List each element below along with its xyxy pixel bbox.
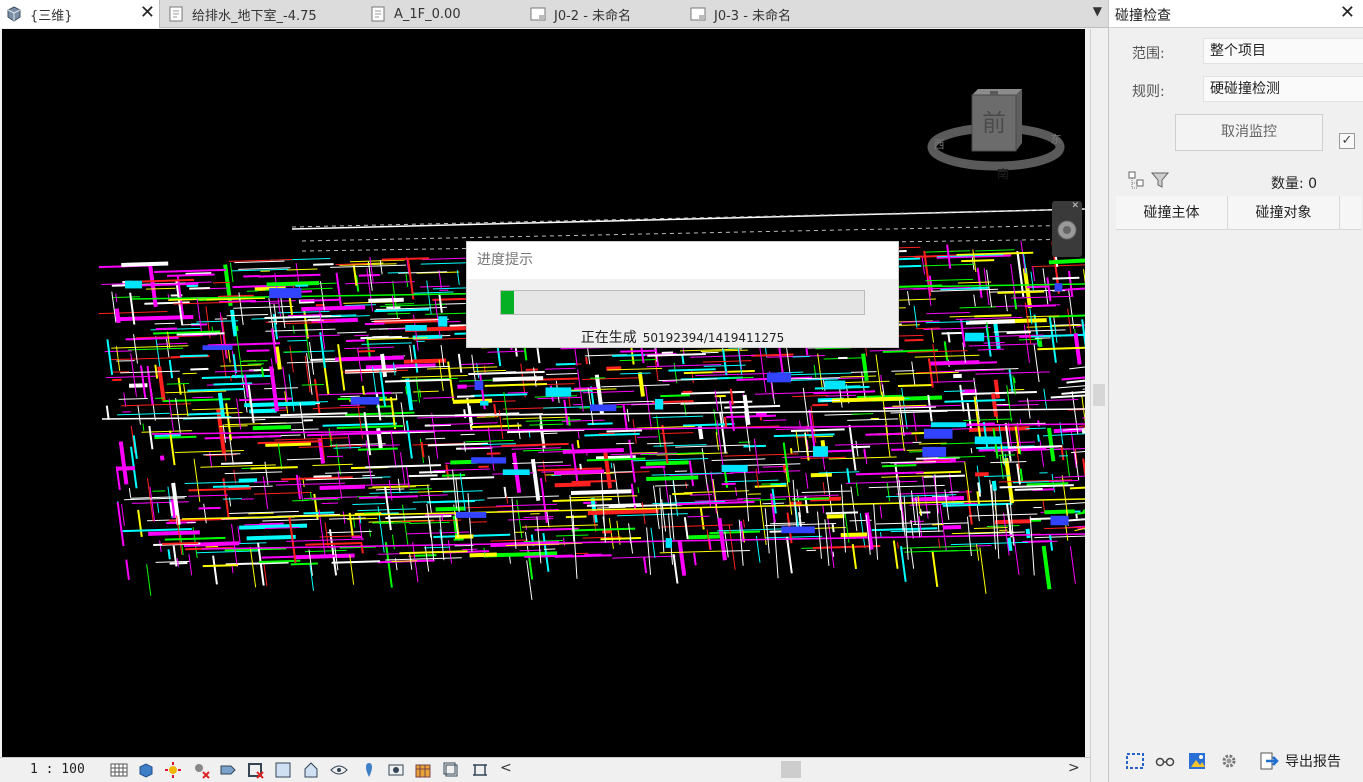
export-report-label: 导出报告: [1285, 754, 1341, 770]
progress-status: 正在生成 50192394/1419411275: [467, 327, 898, 347]
horizontal-scrollbar-thumb[interactable]: [781, 761, 801, 778]
rule-label: 规则:: [1132, 84, 1165, 100]
visual-style-icon[interactable]: [137, 761, 155, 779]
3d-viewport[interactable]: 前 西 东 南 ✕ 进度提示 正在生成 50192394/1419411275: [2, 29, 1085, 757]
viewcube-face-label[interactable]: 前: [982, 109, 1006, 137]
tab-label: A_1F_0.00: [394, 6, 461, 22]
sheet-icon: [530, 7, 546, 21]
splitter-grip[interactable]: [1093, 384, 1105, 406]
clash-count: 数量: 0: [1271, 176, 1318, 192]
analytical-model-icon[interactable]: [414, 761, 432, 779]
tab-plumbing-basement[interactable]: 给排水_地下室_-4.75: [162, 0, 362, 28]
close-icon[interactable]: ✕: [1071, 201, 1079, 211]
floor-plan-icon: [371, 6, 385, 22]
highlight-displacement-icon[interactable]: [442, 761, 460, 779]
column-header-host[interactable]: 碰撞主体: [1116, 196, 1228, 230]
tab-label: 给排水_地下室_-4.75: [192, 8, 317, 24]
cancel-monitor-button[interactable]: 取消监控: [1175, 114, 1323, 151]
show-crop-region-icon[interactable]: [274, 761, 292, 779]
select-box-icon[interactable]: [1125, 751, 1145, 771]
sheet-icon: [690, 7, 706, 21]
scope-select[interactable]: 整个项目: [1203, 38, 1363, 64]
export-report-button[interactable]: 导出报告: [1259, 751, 1341, 771]
scroll-left-arrow-icon[interactable]: <: [500, 760, 512, 776]
lock-view-icon[interactable]: [302, 761, 320, 779]
dialog-title: 进度提示: [467, 242, 898, 279]
bim-model-wireframe: [98, 208, 1085, 600]
view-tab-bar: {三维} ✕ 给排水_地下室_-4.75 A_1F_0.00 J0-2 - 未命…: [0, 0, 1108, 28]
rule-select[interactable]: 硬碰撞检测: [1203, 76, 1363, 102]
progress-status-label: 正在生成: [580, 330, 637, 346]
view-control-bar: 1 : 100 < >: [0, 757, 1090, 782]
progress-dialog: 进度提示 正在生成 50192394/1419411275: [466, 241, 899, 348]
temporary-hide-icon[interactable]: [330, 761, 348, 779]
clash-check-panel: 碰撞检查 ✕ 范围: 整个项目 规则: 硬碰撞检测 取消监控 ✓ 数量: 0 碰…: [1108, 0, 1363, 782]
panel-title: 碰撞检查: [1115, 8, 1171, 24]
crop-view-icon[interactable]: [246, 761, 264, 779]
reveal-hidden-icon[interactable]: [360, 761, 378, 779]
gear-icon[interactable]: [1219, 751, 1239, 771]
panel-splitter[interactable]: [1090, 29, 1108, 782]
reveal-constraints-icon[interactable]: [471, 761, 489, 779]
expand-tree-icon[interactable]: [1128, 171, 1144, 191]
image-report-icon[interactable]: [1187, 751, 1207, 771]
tab-j0-2[interactable]: J0-2 - 未命名: [524, 0, 684, 28]
viewcube-west-label[interactable]: 西: [934, 138, 945, 151]
progress-bar: [500, 290, 865, 315]
render-icon[interactable]: [219, 761, 237, 779]
panel-header: 碰撞检查 ✕: [1109, 0, 1363, 28]
viewcube-south-label[interactable]: 南: [997, 166, 1009, 181]
progress-count: 50192394/1419411275: [642, 331, 785, 345]
close-panel-icon[interactable]: ✕: [1340, 2, 1355, 23]
monitor-checkbox[interactable]: ✓: [1339, 133, 1355, 149]
viewcube-east-label[interactable]: 东: [1051, 133, 1062, 146]
detail-level-icon[interactable]: [110, 761, 128, 779]
export-icon: [1260, 752, 1279, 770]
glasses-icon[interactable]: [1155, 751, 1175, 771]
panel-toolbar: 导出报告: [1109, 745, 1363, 782]
column-header-target[interactable]: 碰撞对象: [1228, 196, 1340, 230]
progress-bar-fill: [501, 291, 514, 314]
viewcube-widget[interactable]: 前 西 东 南: [924, 85, 1084, 185]
scroll-right-arrow-icon[interactable]: >: [1068, 760, 1080, 776]
tab-j0-3[interactable]: J0-3 - 未命名: [684, 0, 844, 28]
tab-label: J0-2 - 未命名: [554, 8, 632, 24]
tab-label: {三维}: [30, 8, 73, 24]
shadows-icon[interactable]: [192, 761, 210, 779]
3d-cube-icon: [7, 6, 21, 22]
filter-icon[interactable]: [1150, 170, 1170, 190]
navigation-bar[interactable]: ✕: [1052, 201, 1082, 257]
tab-a-1f[interactable]: A_1F_0.00: [364, 0, 524, 28]
clash-result-table: 碰撞主体 碰撞对象: [1116, 196, 1361, 230]
sun-path-icon[interactable]: [164, 761, 182, 779]
close-tab-icon[interactable]: ✕: [140, 4, 155, 22]
steering-wheel-icon[interactable]: [1056, 219, 1078, 241]
floor-plan-icon: [169, 6, 183, 22]
worksharing-display-icon[interactable]: [387, 761, 405, 779]
view-scale[interactable]: 1 : 100: [30, 762, 85, 777]
tab-label: J0-3 - 未命名: [714, 8, 792, 24]
tab-list-dropdown-icon[interactable]: ▼: [1093, 4, 1102, 18]
tab-3d-view[interactable]: {三维} ✕: [0, 0, 160, 28]
scope-label: 范围:: [1132, 46, 1165, 62]
